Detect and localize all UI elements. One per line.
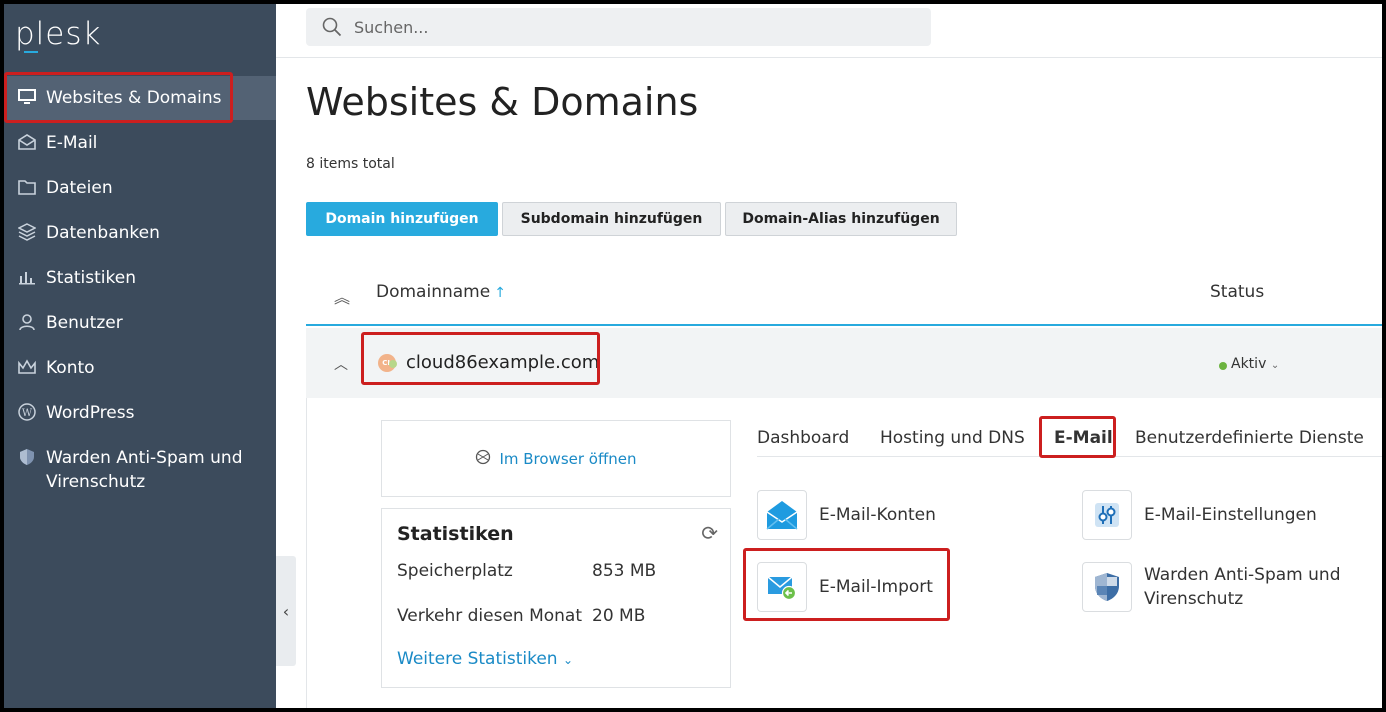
plesk-logo[interactable]: plesk <box>15 16 101 52</box>
sidebar-item-files[interactable]: Dateien <box>4 166 276 210</box>
email-accounts-tool[interactable]: E-Mail-Konten <box>757 490 936 540</box>
sidebar-item-label: Dateien <box>46 178 113 198</box>
database-icon <box>16 221 38 243</box>
sort-asc-icon: ↑ <box>494 285 506 301</box>
email-settings-tool[interactable]: E-Mail-Einstellungen <box>1082 490 1317 540</box>
sidebar-item-label: Warden Anti-Spam und Virenschutz <box>46 448 243 492</box>
shield-icon <box>16 446 38 468</box>
stat-label-disk: Speicherplatz <box>397 561 513 581</box>
column-status[interactable]: Status <box>1210 282 1264 302</box>
row-collapse-icon[interactable]: ︿ <box>334 354 348 374</box>
more-statistics-label: Weitere Statistiken <box>397 649 558 669</box>
mail-accounts-icon <box>757 490 807 540</box>
sidebar-item-label: E-Mail <box>46 133 98 153</box>
items-total: 8 items total <box>306 156 395 172</box>
search-input[interactable] <box>354 17 854 37</box>
sidebar-item-users[interactable]: Benutzer <box>4 301 276 345</box>
column-domain-label: Domainname <box>376 282 491 302</box>
email-settings-label: E-Mail-Einstellungen <box>1144 505 1317 525</box>
warden-shield-icon <box>1082 562 1132 612</box>
add-domain-button[interactable]: Domain hinzufügen <box>306 202 498 236</box>
sidebar-collapse-button[interactable]: ‹ <box>276 556 296 666</box>
open-in-browser-label: Im Browser öffnen <box>499 449 637 468</box>
sidebar-item-databases[interactable]: Datenbanken <box>4 211 276 255</box>
svg-text:W: W <box>22 408 33 419</box>
user-icon <box>16 311 38 333</box>
globe-icon <box>475 449 491 469</box>
status-dropdown[interactable]: Aktiv ⌄ <box>1231 356 1279 372</box>
sidebar: plesk Websites & Domains E-Mail Dateien … <box>4 4 276 708</box>
refresh-icon[interactable]: ⟳ <box>701 521 718 545</box>
sidebar-item-label: Statistiken <box>46 268 136 288</box>
collapse-all-icon[interactable]: ︽ <box>334 284 350 308</box>
sidebar-item-warden[interactable]: Warden Anti-Spam und Virenschutz <box>4 436 276 496</box>
email-import-label: E-Mail-Import <box>819 577 933 597</box>
page-title: Websites & Domains <box>306 80 699 124</box>
stat-label-traffic: Verkehr diesen Monat <box>397 606 583 626</box>
statistics-title: Statistiken <box>397 523 514 545</box>
warden-antispam-tool[interactable]: Warden Anti-Spam und Virenschutz <box>1082 562 1341 612</box>
mail-import-icon <box>757 562 807 612</box>
status-dot <box>1219 362 1227 370</box>
statistics-card: Statistiken ⟳ Speicherplatz 853 MB Verke… <box>381 508 731 688</box>
domain-name-link[interactable]: cloud86example.com <box>406 352 599 373</box>
status-label: Aktiv <box>1231 356 1267 372</box>
sidebar-item-websites-domains[interactable]: Websites & Domains <box>4 76 276 120</box>
domain-table-header: ︽ Domainname ↑ Status <box>306 266 1382 326</box>
tab-email[interactable]: E-Mail <box>1054 428 1113 448</box>
app-window: plesk Websites & Domains E-Mail Dateien … <box>4 4 1382 708</box>
tab-dashboard[interactable]: Dashboard <box>757 428 849 448</box>
sidebar-item-email[interactable]: E-Mail <box>4 121 276 165</box>
warden-label-line1: Warden Anti-Spam und <box>1144 565 1341 585</box>
crown-icon <box>16 356 38 378</box>
domain-avatar: CL <box>378 354 397 372</box>
top-bar <box>276 4 1382 58</box>
sidebar-item-statistics[interactable]: Statistiken <box>4 256 276 300</box>
add-subdomain-button[interactable]: Subdomain hinzufügen <box>502 202 721 236</box>
sidebar-item-account[interactable]: Konto <box>4 346 276 390</box>
domain-row: ︿ CL cloud86example.com Aktiv ⌄ <box>306 328 1382 398</box>
add-domain-alias-button[interactable]: Domain-Alias hinzufügen <box>725 202 957 236</box>
sidebar-item-label: Datenbanken <box>46 223 160 243</box>
monitor-icon <box>16 86 38 108</box>
email-import-tool[interactable]: E-Mail-Import <box>757 562 933 612</box>
sidebar-item-wordpress[interactable]: W WordPress <box>4 391 276 435</box>
chevron-down-icon: ⌄ <box>1270 360 1280 371</box>
wordpress-icon: W <box>16 401 38 423</box>
warden-antispam-label: Warden Anti-Spam und Virenschutz <box>1144 563 1341 611</box>
more-statistics-link[interactable]: Weitere Statistiken ⌄ <box>397 649 573 669</box>
sidebar-item-label: Websites & Domains <box>46 88 222 108</box>
stat-value-disk: 853 MB <box>592 561 657 581</box>
domain-details: Im Browser öffnen Statistiken ⟳ Speicher… <box>306 398 1382 708</box>
sidebar-item-label: WordPress <box>46 403 135 423</box>
column-domain-name[interactable]: Domainname ↑ <box>376 282 506 302</box>
tab-hosting-dns[interactable]: Hosting und DNS <box>880 428 1025 448</box>
warden-label-line2: Virenschutz <box>1144 589 1244 609</box>
search-icon <box>322 17 342 37</box>
open-in-browser-button[interactable]: Im Browser öffnen <box>381 420 731 497</box>
bar-chart-icon <box>16 266 38 288</box>
tab-custom-services[interactable]: Benutzerdefinierte Dienste <box>1135 428 1364 448</box>
mail-settings-icon <box>1082 490 1132 540</box>
tabs-divider <box>757 456 1382 457</box>
email-accounts-label: E-Mail-Konten <box>819 505 936 525</box>
chevron-down-icon: ⌄ <box>563 653 574 667</box>
stat-value-traffic: 20 MB <box>592 606 646 626</box>
envelope-icon <box>16 131 38 153</box>
logo-accent <box>24 51 38 53</box>
search-box[interactable] <box>306 8 931 46</box>
sidebar-item-label: Konto <box>46 358 95 378</box>
folder-icon <box>16 176 38 198</box>
sidebar-item-label: Benutzer <box>46 313 123 333</box>
